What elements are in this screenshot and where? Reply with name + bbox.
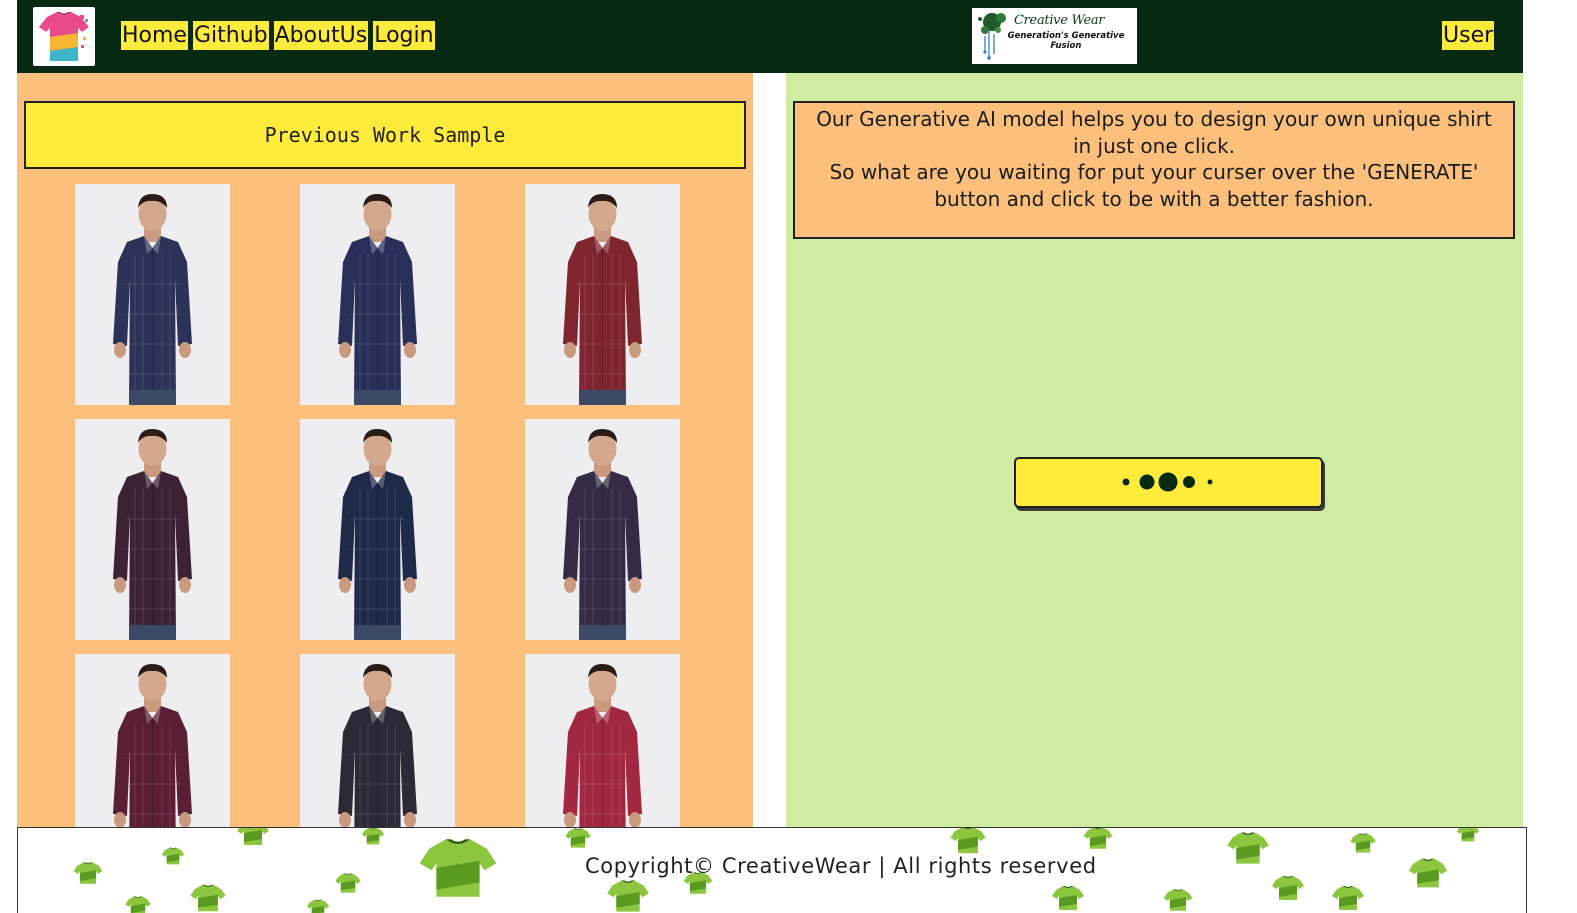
shirt-model-image xyxy=(300,184,455,405)
shirt-model-image xyxy=(525,654,680,828)
shirt-model-image xyxy=(525,419,680,640)
nav-github-link[interactable]: Github xyxy=(192,21,269,50)
generator-panel: Our Generative AI model helps you to des… xyxy=(786,73,1523,828)
shirt-model-image xyxy=(300,654,455,828)
user-button[interactable]: User xyxy=(1442,21,1495,50)
gallery-item[interactable] xyxy=(75,654,230,828)
sample-gallery xyxy=(75,184,680,828)
top-navbar: Home Github AboutUs Login Creative Wear … xyxy=(17,0,1523,73)
gallery-item[interactable] xyxy=(75,184,230,405)
loading-dots-icon xyxy=(1122,472,1213,492)
shirt-model-image xyxy=(525,184,680,405)
description-line: in just one click. xyxy=(1072,133,1236,158)
nav-aboutus-link[interactable]: AboutUs xyxy=(273,21,369,50)
nav-home-link[interactable]: Home xyxy=(121,21,188,50)
gallery-item[interactable] xyxy=(300,184,455,405)
previous-work-heading: Previous Work Sample xyxy=(24,101,746,169)
nav-links: Home Github AboutUs Login xyxy=(121,21,435,50)
gallery-item[interactable] xyxy=(300,419,455,640)
shirt-logo-icon[interactable] xyxy=(33,7,95,66)
previous-work-panel: Previous Work Sample xyxy=(17,73,753,828)
shirt-model-image xyxy=(75,184,230,405)
brand-logo[interactable]: Creative Wear Generation's Generative Fu… xyxy=(972,8,1137,64)
description-line: So what are you waiting for put your cur… xyxy=(829,160,1479,184)
generator-description: Our Generative AI model helps you to des… xyxy=(793,101,1515,239)
copyright-text: Copyright© CreativeWear | All rights res… xyxy=(585,854,1097,878)
shirt-model-image xyxy=(75,419,230,640)
description-line: button and click to be with a better fas… xyxy=(934,186,1374,211)
gallery-item[interactable] xyxy=(300,654,455,828)
shirt-model-image xyxy=(75,654,230,828)
gallery-item[interactable] xyxy=(525,654,680,828)
gallery-item[interactable] xyxy=(75,419,230,640)
gallery-item[interactable] xyxy=(525,419,680,640)
shirt-model-image xyxy=(300,419,455,640)
gallery-item[interactable] xyxy=(525,184,680,405)
description-line: Our Generative AI model helps you to des… xyxy=(816,107,1492,131)
brand-title: Creative Wear xyxy=(1014,13,1105,28)
footer: Copyright© CreativeWear | All rights res… xyxy=(17,827,1527,913)
generate-button[interactable] xyxy=(1014,457,1323,508)
brand-tagline: Generation's Generative Fusion xyxy=(1007,31,1125,51)
nav-login-link[interactable]: Login xyxy=(373,21,435,50)
